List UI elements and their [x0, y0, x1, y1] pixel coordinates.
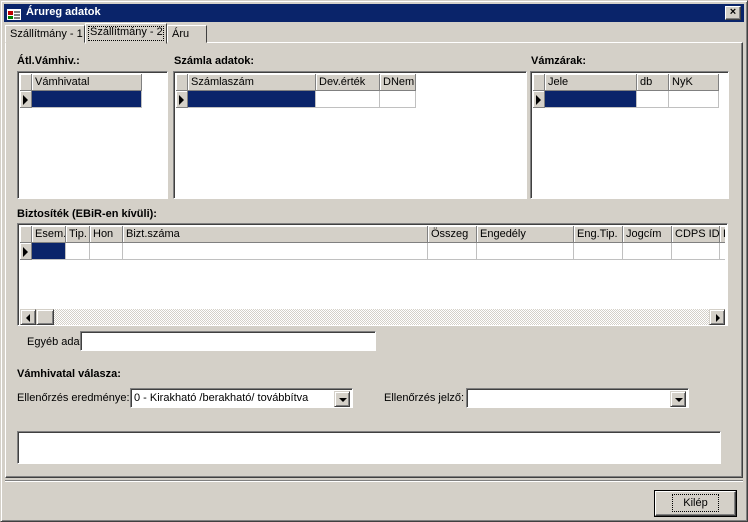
- row-pointer-icon: [179, 95, 184, 105]
- close-icon: ×: [729, 6, 737, 18]
- ellenorzes-jelzo-label: Ellenőrzés jelző:: [384, 392, 465, 404]
- row-pointer-icon: [23, 95, 28, 105]
- row-indicator[interactable]: [533, 91, 545, 108]
- tab-aru[interactable]: Áru: [167, 25, 207, 43]
- tab-label: Áru: [172, 28, 190, 40]
- column-header-dnem[interactable]: DNem: [380, 74, 416, 91]
- vamzarak-title: Vámzárak:: [531, 55, 587, 67]
- close-button[interactable]: ×: [725, 6, 741, 20]
- column-header-bizt-szama[interactable]: Bizt.száma: [123, 226, 428, 243]
- ellenorzes-eredmenye-select[interactable]: 0 - Kirakható /berakható/ továbbítva: [130, 388, 353, 408]
- grid-cell[interactable]: [669, 91, 719, 108]
- biztositek-title: Biztosíték (EBiR-en kívüli):: [17, 208, 157, 220]
- szamla-title: Számla adatok:: [174, 55, 255, 67]
- row-pointer-icon: [23, 247, 28, 257]
- grid-cell-selected[interactable]: [188, 91, 316, 108]
- row-indicator[interactable]: [20, 243, 32, 260]
- column-header-vamhivatal[interactable]: Vámhivatal: [32, 74, 142, 91]
- window-title: Árureg adatok: [26, 6, 101, 18]
- column-header-jogcim[interactable]: Jogcím: [623, 226, 672, 243]
- column-header-nyk[interactable]: NyK: [669, 74, 719, 91]
- chevron-down-icon: [675, 398, 683, 402]
- grid-cell[interactable]: [123, 243, 428, 260]
- column-header-tip[interactable]: Tip.: [66, 226, 90, 243]
- column-header-osszeg[interactable]: Összeg: [428, 226, 477, 243]
- atl-vamhiv-grid[interactable]: Vámhivatal: [17, 71, 168, 199]
- grid-cell[interactable]: [477, 243, 574, 260]
- grid-cell[interactable]: [637, 91, 669, 108]
- column-header-dev-ertek[interactable]: Dev.érték: [316, 74, 380, 91]
- response-memo[interactable]: [17, 431, 721, 464]
- title-bar[interactable]: Árureg adatok ×: [4, 4, 744, 22]
- grid-cell[interactable]: [428, 243, 477, 260]
- dropdown-button[interactable]: [334, 391, 350, 407]
- grid-corner: [20, 74, 32, 91]
- grid-cell[interactable]: [380, 91, 416, 108]
- ellenorzes-jelzo-select[interactable]: [466, 388, 689, 408]
- grid-cell[interactable]: [623, 243, 672, 260]
- grid-corner: [20, 226, 32, 243]
- row-pointer-icon: [536, 95, 541, 105]
- row-indicator[interactable]: [20, 91, 32, 108]
- grid-cell[interactable]: [316, 91, 380, 108]
- szamla-grid[interactable]: Számlaszám Dev.érték DNem: [173, 71, 527, 199]
- tab-szallitmany-2[interactable]: Szállítmány - 2: [85, 23, 167, 44]
- vamhivatal-valasza-title: Vámhivatal válasza:: [17, 368, 121, 380]
- dropdown-button[interactable]: [670, 391, 686, 407]
- grid-cell[interactable]: [574, 243, 623, 260]
- column-header-eng-tip[interactable]: Eng.Tip.: [574, 226, 623, 243]
- scroll-thumb[interactable]: [36, 309, 54, 325]
- grid-cell[interactable]: [90, 243, 123, 260]
- grid-corner: [533, 74, 545, 91]
- vamzarak-grid[interactable]: Jele db NyK: [530, 71, 729, 199]
- grid-cell[interactable]: [720, 243, 725, 260]
- grid-cell-selected[interactable]: [32, 91, 142, 108]
- column-header-szamlaszam[interactable]: Számlaszám: [188, 74, 316, 91]
- arrow-left-icon: [26, 314, 30, 322]
- column-header-h[interactable]: H: [720, 226, 725, 243]
- footer-separator: [5, 480, 743, 482]
- arrow-right-icon: [716, 314, 720, 322]
- grid-cell-selected[interactable]: [32, 243, 66, 260]
- tab-label: Szállítmány - 2: [90, 26, 163, 38]
- tab-label: Szállítmány - 1: [10, 28, 83, 40]
- column-header-engedely[interactable]: Engedély: [477, 226, 574, 243]
- column-header-esem[interactable]: Esem.: [32, 226, 66, 243]
- tab-szallitmany-1[interactable]: Szállítmány - 1: [5, 25, 85, 43]
- column-header-cdps-id[interactable]: CDPS ID: [672, 226, 720, 243]
- biztositek-grid[interactable]: Esem. Tip. Hon Bizt.száma Összeg Engedél…: [17, 223, 728, 326]
- row-indicator[interactable]: [176, 91, 188, 108]
- exit-button[interactable]: Kilép: [655, 491, 736, 516]
- column-header-db[interactable]: db: [637, 74, 669, 91]
- scroll-right-button[interactable]: [709, 309, 725, 325]
- grid-corner: [176, 74, 188, 91]
- horizontal-scrollbar[interactable]: [20, 309, 725, 325]
- grid-cell-selected[interactable]: [545, 91, 637, 108]
- scroll-left-button[interactable]: [20, 309, 36, 325]
- grid-cell[interactable]: [672, 243, 720, 260]
- grid-cell[interactable]: [66, 243, 90, 260]
- atl-vamhiv-title: Átl.Vámhiv.:: [17, 55, 80, 67]
- ellenorzes-eredmenye-value: 0 - Kirakható /berakható/ továbbítva: [134, 392, 309, 404]
- column-header-hon[interactable]: Hon: [90, 226, 123, 243]
- egyeb-adat-input[interactable]: [80, 331, 376, 351]
- ellenorzes-eredmenye-label: Ellenőrzés eredménye:: [17, 392, 130, 404]
- main-window: Árureg adatok × Szállítmány - 1 Szállítm…: [0, 0, 748, 522]
- egyeb-adat-label: Egyéb adat:: [27, 336, 86, 348]
- exit-button-label: Kilép: [672, 494, 719, 512]
- column-header-jele[interactable]: Jele: [545, 74, 637, 91]
- app-window-icon: [7, 6, 21, 20]
- chevron-down-icon: [339, 398, 347, 402]
